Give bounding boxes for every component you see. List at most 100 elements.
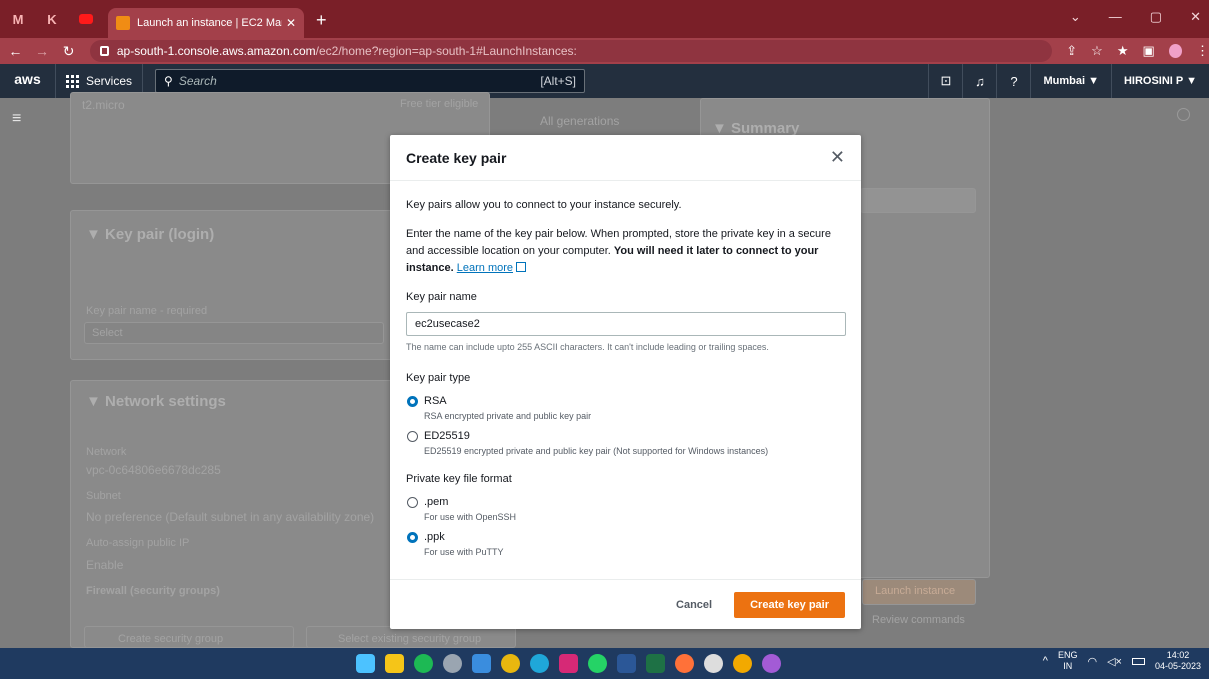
generic-app-icon[interactable] [704,654,723,673]
clock-time: 14:02 [1166,650,1190,660]
excel-icon[interactable] [646,654,665,673]
radio-button-selected[interactable] [407,532,418,543]
cloudshell-icon[interactable]: ⊡ [928,64,962,98]
key-pair-name-label: Key pair name - required [86,305,208,317]
notifications-bell-icon[interactable]: ♫ [962,64,996,98]
restore-button[interactable]: ▢ [1150,9,1162,25]
network-label: Network [86,446,127,458]
network-settings-heading: ▼ Network settings [86,393,226,410]
menu-kebab-icon[interactable]: ⋮ [1196,43,1209,59]
k-pinned-tab[interactable]: K [38,5,66,33]
radio-pem[interactable]: .pem For use with OpenSSH [406,494,845,523]
new-tab-button[interactable]: + [316,10,327,31]
photos-icon[interactable] [472,654,491,673]
summary-field [860,188,976,213]
bookmark-star-icon[interactable]: ☆ [1091,43,1103,59]
browser-toolbar: ← → ↻ ap-south-1.console.aws.amazon.com /… [0,38,1209,64]
hamburger-menu-icon[interactable]: ≡ [12,110,21,128]
minimize-button[interactable]: — [1109,9,1122,25]
search-placeholder: Search [178,74,217,88]
reload-icon[interactable]: ↻ [57,43,80,60]
aws-logo[interactable]: aws [0,64,56,98]
learn-more-link[interactable]: Learn more [457,262,513,274]
key-pair-name-label: Key pair name [406,291,477,303]
radio-label: .pem [424,496,449,508]
launch-instance-label: Launch instance [875,585,956,597]
chrome-canary-icon[interactable] [733,654,752,673]
public-ip-value: Enable [86,558,124,572]
browser-tab-bar: M K Launch an instance | EC2 Manag ✕ + ⌄… [0,0,1209,38]
back-arrow-icon[interactable]: ← [4,43,27,59]
network-value: vpc-0c64806e6678dc285 [86,463,221,477]
create-key-pair-modal: Create key pair ✕ Key pairs allow you to… [390,135,861,629]
public-ip-label: Auto-assign public IP [86,537,190,549]
edge-icon[interactable] [530,654,549,673]
close-icon[interactable]: ✕ [830,147,845,168]
close-tab-icon[interactable]: ✕ [286,16,296,30]
extensions-icon[interactable]: ★ [1117,43,1129,59]
services-label: Services [86,74,133,88]
radio-button[interactable] [407,497,418,508]
create-security-group-label: Create security group [118,633,224,645]
create-key-pair-button[interactable]: Create key pair [734,591,845,618]
instagram-icon[interactable] [559,654,578,673]
whatsapp-icon[interactable] [588,654,607,673]
key-pair-name-input[interactable] [406,312,846,336]
share-icon[interactable]: ⇪ [1066,43,1077,59]
language-indicator[interactable]: ENG IN [1058,650,1078,672]
radio-button-selected[interactable] [407,396,418,407]
region-selector[interactable]: Mumbai ▼ [1030,64,1111,98]
profile-avatar-icon[interactable] [1168,44,1182,58]
radio-description: ED25519 encrypted private and public key… [424,446,769,456]
all-generations-toggle[interactable]: All generations [540,114,619,128]
radio-ppk[interactable]: .ppk For use with PuTTY [406,529,845,558]
word-icon[interactable] [617,654,636,673]
youtube-pinned-tab[interactable] [72,5,100,33]
search-input[interactable]: ⚲ Search [Alt+S] [155,69,586,93]
chevron-down-icon[interactable]: ⌄ [1070,9,1081,25]
cancel-button[interactable]: Cancel [676,599,712,611]
free-tier-label: Free tier eligible [400,98,479,110]
clock[interactable]: 14:02 04-05-2023 [1155,650,1201,672]
chrome-icon[interactable] [501,654,520,673]
active-browser-tab[interactable]: Launch an instance | EC2 Manag ✕ [108,8,304,38]
url-path: /ec2/home?region=ap-south-1#LaunchInstan… [315,44,577,58]
chevron-up-icon[interactable]: ^ [1043,655,1048,667]
forward-arrow-icon[interactable]: → [31,43,54,59]
file-explorer-icon[interactable] [385,654,404,673]
key-file-format-group: Private key file format .pem For use with… [406,471,845,558]
language-code: ENG [1057,650,1078,660]
settings-gear-icon[interactable] [443,654,462,673]
key-file-format-label: Private key file format [406,473,512,485]
close-window-button[interactable]: ✕ [1190,9,1201,25]
help-icon[interactable]: ? [996,64,1030,98]
sidebar-icon[interactable]: ▣ [1142,43,1154,59]
key-pair-type-label: Key pair type [406,372,471,384]
battery-icon[interactable] [1131,657,1145,665]
firefox-icon[interactable] [675,654,694,673]
radio-rsa[interactable]: RSA RSA encrypted private and public key … [406,393,845,422]
instance-type-label: t2.micro [82,98,125,112]
wifi-icon[interactable]: ◠ [1087,655,1097,668]
review-commands-link[interactable]: Review commands [872,614,965,626]
window-controls: ⌄ — ▢ ✕ [1070,9,1201,25]
radio-description: For use with OpenSSH [424,512,517,522]
volume-muted-icon[interactable]: ◁× [1107,655,1122,668]
gmail-pinned-tab[interactable]: M [4,5,32,33]
windows-start-icon[interactable] [356,654,375,673]
select-security-group-label: Select existing security group [338,633,482,645]
user-account-menu[interactable]: HIROSINI P ▼ [1110,64,1209,98]
address-bar[interactable]: ap-south-1.console.aws.amazon.com/ec2/ho… [89,40,1053,62]
youtube-icon [79,14,93,24]
info-circle-icon[interactable] [1177,108,1190,121]
language-region: IN [1063,661,1073,671]
search-icon: ⚲ [164,74,173,88]
spotify-icon[interactable] [414,654,433,673]
colorful-app-icon[interactable] [762,654,781,673]
radio-button[interactable] [407,431,418,442]
key-pair-select[interactable] [84,322,384,344]
radio-ed25519[interactable]: ED25519 ED25519 encrypted private and pub… [406,428,845,457]
clock-date: 04-05-2023 [1154,661,1201,671]
search-shortcut: [Alt+S] [540,74,577,88]
lock-icon [99,46,109,56]
